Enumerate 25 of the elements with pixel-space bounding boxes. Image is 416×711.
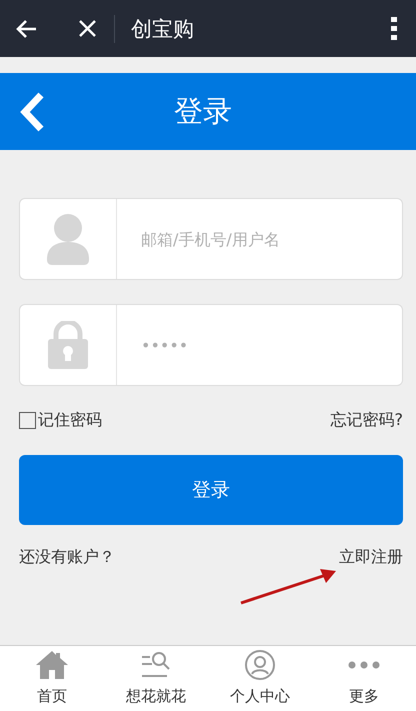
lock-icon	[48, 321, 88, 369]
text-input[interactable]: •••••	[117, 305, 402, 385]
tab-item[interactable]: 想花就花	[104, 646, 208, 711]
remember-label: 记住密码	[38, 410, 102, 431]
back-icon[interactable]	[15, 18, 37, 38]
text-input[interactable]: 邮箱/手机号/用户名	[117, 199, 402, 279]
menu-icon[interactable]	[391, 16, 397, 40]
remember-checkbox[interactable]	[19, 412, 36, 429]
user-icon	[245, 650, 275, 680]
more-icon	[348, 661, 380, 669]
input-field[interactable]: •••••	[19, 304, 403, 386]
search-list-icon	[141, 651, 171, 679]
tab-item[interactable]: 个人中心	[208, 646, 312, 711]
home-icon	[36, 651, 68, 679]
user-icon	[47, 213, 89, 265]
page-title: 登录	[173, 92, 233, 130]
register-prompt: 还没有账户？	[19, 547, 115, 568]
app-title: 创宝购	[131, 16, 194, 42]
input-field[interactable]: 邮箱/手机号/用户名	[19, 198, 403, 280]
close-icon[interactable]	[79, 20, 96, 37]
login-button[interactable]: 登录	[19, 455, 403, 525]
register-link[interactable]: 立即注册	[339, 547, 403, 568]
tab-item[interactable]: 首页	[0, 646, 104, 711]
forgot-password-link[interactable]: 忘记密码?	[330, 410, 403, 431]
tab-item[interactable]: 更多	[312, 646, 416, 711]
